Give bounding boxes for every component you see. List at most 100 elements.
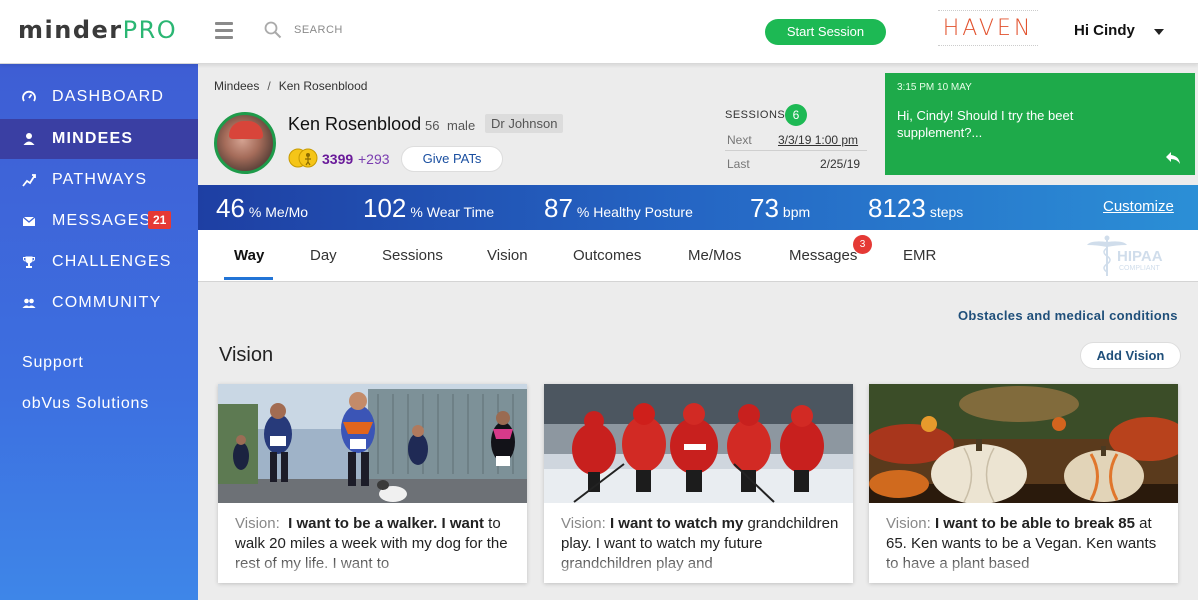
sidebar-item-label: MINDEES [52, 130, 134, 147]
haven-brand-logo: HAVEN [938, 10, 1038, 46]
breadcrumb-current: Ken Rosenblood [278, 79, 368, 93]
top-bar: minderPRO Start Session HAVEN Hi Cindy [0, 0, 1198, 64]
vision-card-walker[interactable]: Vision: I want to be a walker. I want to… [218, 384, 527, 583]
logo-pro-text: PRO [122, 16, 178, 44]
stats-bar: 46% Me/Mo 102% Wear Time 87% Healthy Pos… [198, 185, 1198, 230]
latest-message-card[interactable]: 3:15 PM 10 MAY Hi, Cindy! Should I try t… [885, 73, 1195, 175]
tab-emr[interactable]: EMR [903, 247, 936, 264]
stat-value: 87 [544, 193, 573, 223]
card-fade-overlay [544, 553, 853, 583]
tab-me-mos[interactable]: Me/Mos [688, 247, 741, 264]
sidebar-item-messages[interactable]: MESSAGES 21 [0, 201, 198, 241]
sessions-label: SESSIONS [725, 109, 786, 121]
start-session-button[interactable]: Start Session [765, 19, 886, 45]
avatar[interactable] [214, 112, 276, 174]
hamburger-menu-icon[interactable] [215, 22, 233, 39]
stat-wear-time: 102% Wear Time [363, 193, 494, 224]
sidebar-item-label: DASHBOARD [52, 88, 165, 105]
breadcrumb-parent[interactable]: Mindees [214, 79, 259, 93]
vision-headline: I want to be a walker. I want [288, 515, 484, 532]
message-preview: Hi, Cindy! Should I try the beet supplem… [897, 108, 1074, 140]
tab-sessions[interactable]: Sessions [382, 247, 443, 264]
message-timestamp: 3:15 PM 10 MAY [897, 82, 972, 93]
people-icon [22, 298, 36, 308]
vision-headline: I want to watch my [609, 515, 744, 532]
customize-link[interactable]: Customize [1103, 198, 1174, 215]
vision-image-runners [218, 384, 527, 503]
stat-unit: % Me/Mo [248, 204, 309, 220]
tab-vision[interactable]: Vision [487, 247, 528, 264]
points-delta: +293 [358, 151, 390, 167]
vision-image-pumpkins [869, 384, 1178, 503]
stat-unit: bpm [782, 204, 811, 220]
mindee-name: Ken Rosenblood [288, 114, 422, 134]
envelope-icon [22, 216, 36, 226]
mindee-gender: male [447, 118, 476, 133]
breadcrumb: Mindees / Ken Rosenblood [214, 79, 367, 93]
support-link[interactable]: Support [22, 354, 84, 372]
vision-prefix: Vision: [235, 515, 280, 532]
sidebar-item-label: MESSAGES [52, 212, 152, 229]
stat-value: 102 [363, 193, 407, 223]
sidebar-item-label: COMMUNITY [52, 294, 162, 311]
stat-unit: % Wear Time [410, 204, 495, 220]
stat-me-mo: 46% Me/Mo [216, 193, 308, 224]
vision-image-hockey [544, 384, 853, 503]
sidebar-item-dashboard[interactable]: DASHBOARD [0, 77, 198, 117]
gauge-icon [22, 90, 36, 102]
sidebar-item-pathways[interactable]: PATHWAYS [0, 160, 198, 200]
app-logo[interactable]: minderPRO [18, 16, 177, 44]
obvus-solutions-link[interactable]: obVus Solutions [22, 395, 149, 413]
pathway-icon [22, 174, 36, 187]
logo-main-text: minder [18, 16, 123, 44]
coins-icon [288, 148, 318, 168]
person-icon [23, 133, 35, 145]
give-pats-button[interactable]: Give PATs [401, 146, 503, 172]
sidebar: DASHBOARD MINDEES PATHWAYS MESSAGES 21 C… [0, 64, 198, 600]
stat-value: 46 [216, 193, 245, 223]
sidebar-item-challenges[interactable]: CHALLENGES [0, 242, 198, 282]
tab-way[interactable]: Way [234, 247, 264, 264]
tab-day[interactable]: Day [310, 247, 337, 264]
vision-card-vegan[interactable]: Vision: I want to be able to break 85 at… [869, 384, 1178, 583]
tab-bar: Way Day Sessions Vision Outcomes Me/Mos … [198, 230, 1198, 282]
hipaa-compliant-logo: HIPAA COMPLIANT [1087, 235, 1163, 276]
sessions-count-badge: 6 [785, 104, 807, 126]
vision-headline: I want to be able to break 85 [934, 515, 1135, 532]
mindee-age: 56 [425, 118, 440, 133]
vision-card-grandchildren[interactable]: Vision: I want to watch my grandchildren… [544, 384, 853, 583]
add-vision-button[interactable]: Add Vision [1080, 342, 1181, 369]
trophy-icon [23, 256, 35, 268]
sidebar-item-mindees[interactable]: MINDEES [0, 119, 198, 159]
points-total: 3399 [322, 151, 354, 167]
search-input[interactable] [294, 20, 494, 40]
search-icon[interactable] [264, 21, 282, 39]
user-greeting[interactable]: Hi Cindy [1074, 22, 1135, 39]
tab-messages[interactable]: Messages [789, 247, 857, 264]
last-session-date: 2/25/19 [820, 157, 861, 171]
chevron-down-icon[interactable] [1154, 29, 1164, 35]
tab-outcomes[interactable]: Outcomes [573, 247, 641, 264]
vision-section-title: Vision [219, 344, 274, 366]
sidebar-item-label: PATHWAYS [52, 171, 148, 188]
stat-steps: 8123 steps [868, 193, 963, 224]
card-fade-overlay [218, 553, 527, 583]
next-session-date[interactable]: 3/3/19 1:00 pm [778, 133, 858, 147]
messages-count-badge: 21 [148, 211, 172, 229]
sidebar-item-label: CHALLENGES [52, 253, 172, 270]
stat-heart-rate: 73 bpm [750, 193, 810, 224]
sessions-divider [725, 150, 867, 151]
stat-value: 73 [750, 193, 779, 223]
next-session-label: Next [727, 133, 752, 147]
obstacles-link[interactable]: Obstacles and medical conditions [958, 308, 1178, 323]
reply-icon[interactable] [1165, 151, 1181, 165]
vision-prefix: Vision: [561, 515, 606, 532]
sidebar-item-community[interactable]: COMMUNITY [0, 283, 198, 323]
doctor-tag: Dr Johnson [485, 114, 564, 133]
breadcrumb-separator: / [267, 79, 271, 93]
stat-unit: steps [929, 204, 964, 220]
profile-header: Mindees / Ken Rosenblood Ken Rosenblood 56… [198, 64, 1198, 185]
stat-unit: % Healthy Posture [576, 204, 693, 220]
messages-tab-badge: 3 [853, 235, 872, 254]
card-fade-overlay [869, 553, 1178, 583]
